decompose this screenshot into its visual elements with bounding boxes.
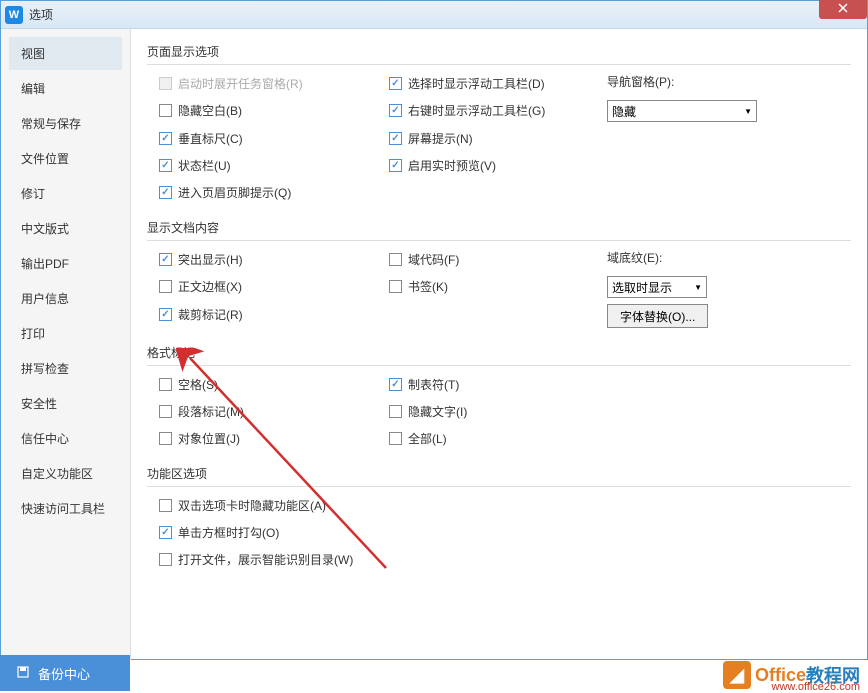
sidebar-item-edit[interactable]: 编辑 [9,72,122,105]
window-title: 选项 [29,6,53,23]
sidebar-item-print[interactable]: 打印 [9,317,122,350]
titlebar: W 选项 [1,1,867,29]
section-format-marks: 格式标记 空格(S) 制表符(T) 段落标记(M) 隐藏文字(I) [147,340,851,449]
sidebar-item-file-location[interactable]: 文件位置 [9,142,122,175]
app-icon: W [5,6,23,24]
sidebar-item-quick-access[interactable]: 快速访问工具栏 [9,492,122,525]
checkbox-status-bar[interactable]: 状态栏(U) [147,155,377,176]
sidebar-item-view[interactable]: 视图 [9,37,122,70]
section-title: 功能区选项 [147,461,851,487]
section-title: 显示文档内容 [147,215,851,241]
chevron-down-icon: ▼ [694,283,702,292]
checkbox-dbl-click[interactable]: 双击选项卡时隐藏功能区(A) [147,495,326,516]
section-doc-content: 显示文档内容 突出显示(H) 域代码(F) 域底纹(E): 正文边框(X) [147,215,851,328]
section-title: 页面显示选项 [147,39,851,65]
checkbox-spaces[interactable]: 空格(S) [147,374,377,395]
watermark-url: www.office26.com [772,681,860,693]
backup-icon [16,665,30,682]
close-button[interactable] [819,0,867,19]
watermark-icon: ◢ [723,661,751,689]
backup-label: 备份中心 [38,664,90,683]
sidebar: 视图 编辑 常规与保存 文件位置 修订 中文版式 输出PDF 用户信息 打印 拼… [1,29,131,660]
font-replace-button[interactable]: 字体替换(O)... [607,304,708,328]
sidebar-item-trust[interactable]: 信任中心 [9,422,122,455]
checkbox-crop-marks[interactable]: 裁剪标记(R) [147,304,377,325]
checkbox-open-smart[interactable]: 打开文件，展示智能识别目录(W) [147,549,353,570]
checkbox-vertical-ruler[interactable]: 垂直标尺(C) [147,128,377,149]
checkbox-all[interactable]: 全部(L) [377,428,607,449]
sidebar-item-customize[interactable]: 自定义功能区 [9,457,122,490]
checkbox-text-border[interactable]: 正文边框(X) [147,276,377,297]
checkbox-hidden-text[interactable]: 隐藏文字(I) [377,401,607,422]
checkbox-live-preview[interactable]: 启用实时预览(V) [377,155,607,176]
checkbox-object-pos[interactable]: 对象位置(J) [147,428,377,449]
section-ribbon: 功能区选项 双击选项卡时隐藏功能区(A) 单击方框时打勾(O) 打开文件，展示智… [147,461,851,570]
sidebar-item-spell[interactable]: 拼写检查 [9,352,122,385]
section-page-display: 页面显示选项 启动时展开任务窗格(R) 选择时显示浮动工具栏(D) 导航窗格(P… [147,39,851,203]
options-window: W 选项 视图 编辑 常规与保存 文件位置 修订 中文版式 输出PDF 用户信息… [0,0,868,660]
field-shading-label: 域底纹(E): [607,249,851,266]
checkbox-hide-blank[interactable]: 隐藏空白(B) [147,100,377,121]
field-shading-dropdown[interactable]: 选取时显示▼ [607,276,707,298]
sidebar-item-pdf[interactable]: 输出PDF [9,247,122,280]
content: 视图 编辑 常规与保存 文件位置 修订 中文版式 输出PDF 用户信息 打印 拼… [1,29,867,660]
checkbox-startup-pane: 启动时展开任务窗格(R) [147,73,377,94]
checkbox-tabs[interactable]: 制表符(T) [377,374,607,395]
sidebar-item-security[interactable]: 安全性 [9,387,122,420]
checkbox-field-codes[interactable]: 域代码(F) [377,249,607,270]
checkbox-highlight[interactable]: 突出显示(H) [147,249,377,270]
checkbox-para-marks[interactable]: 段落标记(M) [147,401,377,422]
backup-button[interactable]: 备份中心 [0,655,130,691]
checkbox-rightclick-float[interactable]: 右键时显示浮动工具栏(G) [377,100,607,121]
sidebar-item-cn-layout[interactable]: 中文版式 [9,212,122,245]
nav-pane-label: 导航窗格(P): [607,73,851,90]
checkbox-click-check[interactable]: 单击方框时打勾(O) [147,522,279,543]
sidebar-item-revision[interactable]: 修订 [9,177,122,210]
sidebar-item-general[interactable]: 常规与保存 [9,107,122,140]
checkbox-bookmarks[interactable]: 书签(K) [377,276,607,297]
chevron-down-icon: ▼ [744,107,752,116]
checkbox-header-footer[interactable]: 进入页眉页脚提示(Q) [147,182,377,203]
main-panel: 页面显示选项 启动时展开任务窗格(R) 选择时显示浮动工具栏(D) 导航窗格(P… [131,29,867,660]
sidebar-item-user[interactable]: 用户信息 [9,282,122,315]
section-title: 格式标记 [147,340,851,366]
nav-pane-dropdown[interactable]: 隐藏▼ [607,100,757,122]
checkbox-select-float[interactable]: 选择时显示浮动工具栏(D) [377,73,607,94]
checkbox-screen-tip[interactable]: 屏幕提示(N) [377,128,607,149]
sidebar-footer: 备份中心 [0,655,130,691]
